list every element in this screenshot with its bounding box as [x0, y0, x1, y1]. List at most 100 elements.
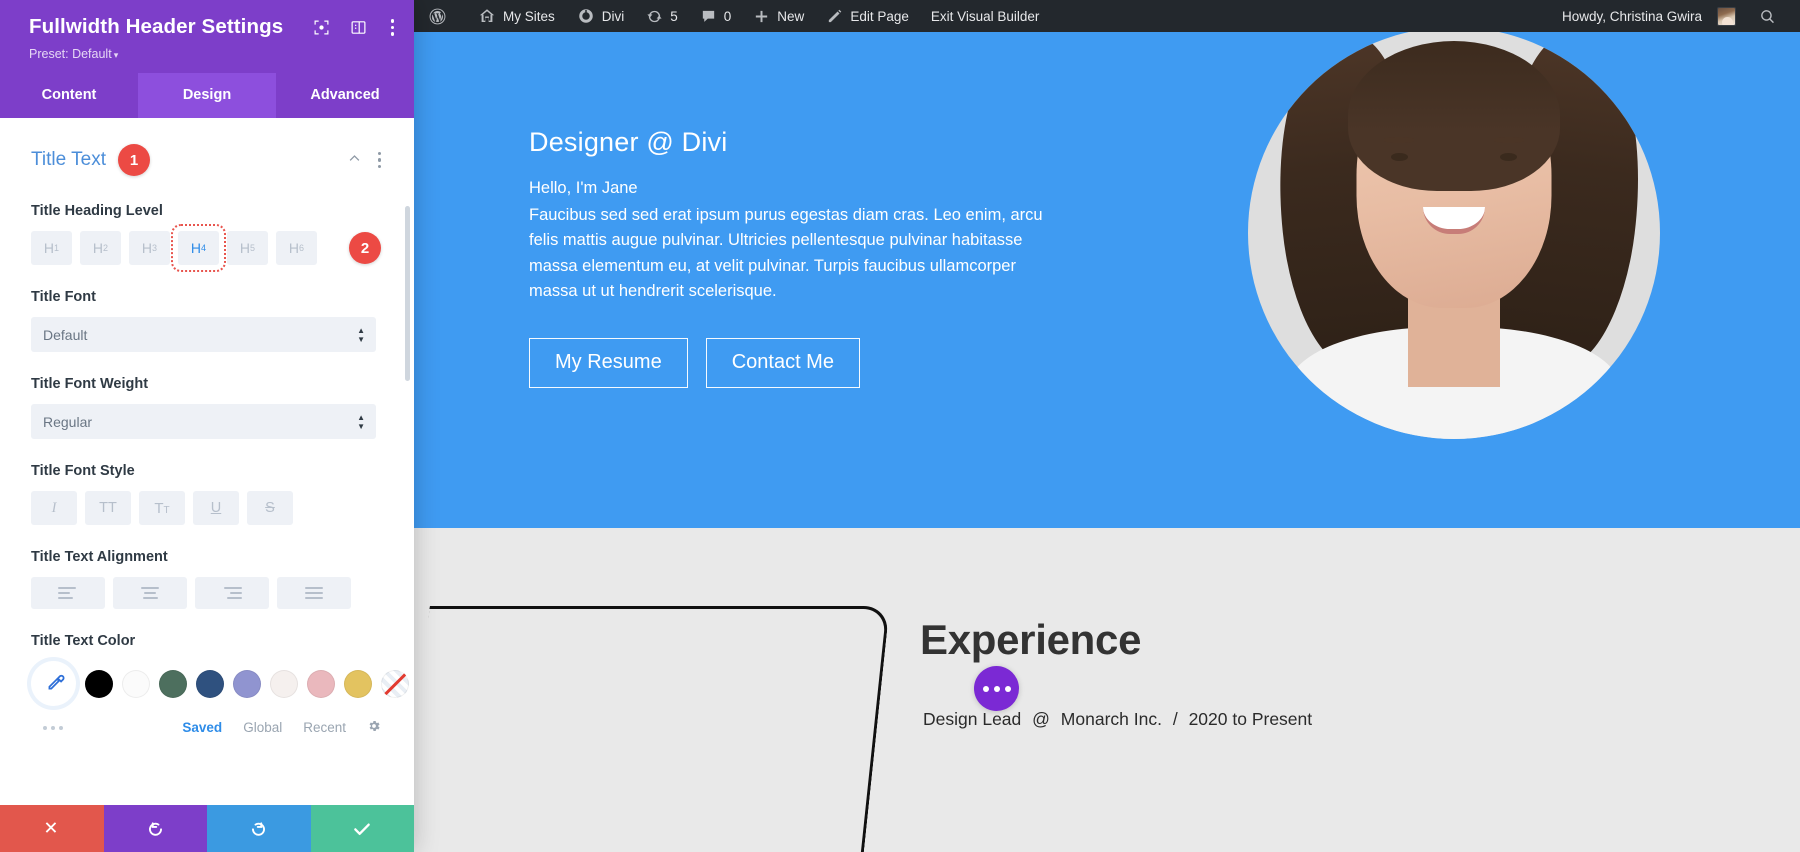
- my-resume-button[interactable]: My Resume: [529, 337, 688, 388]
- undo-button[interactable]: [103, 805, 207, 852]
- align-left-icon[interactable]: [31, 577, 105, 609]
- adminbar-item-comments[interactable]: 0: [689, 0, 743, 32]
- screen: Designer @ Divi Hello, I'm Jane Faucibus…: [0, 0, 1800, 852]
- color-swatches: [31, 661, 409, 706]
- preset-label: Preset: Default: [29, 47, 112, 61]
- focus-icon[interactable]: [313, 19, 330, 36]
- section-label: Title Text: [31, 149, 106, 170]
- color-tab-saved[interactable]: Saved: [182, 720, 222, 735]
- color-tab-recent[interactable]: Recent: [303, 720, 346, 735]
- field-label: Title Text Color: [31, 633, 136, 649]
- chevron-down-icon: ▾: [113, 50, 119, 60]
- field-title-font-weight: Title Font Weight Regular ▲ ▼: [31, 376, 381, 439]
- experience-heading: Experience: [920, 616, 1142, 663]
- swatch-gold[interactable]: [344, 669, 372, 698]
- eye-right: [1500, 153, 1517, 161]
- field-title-font: Title Font Default ▲ ▼: [31, 289, 381, 352]
- font-style-uppercase-icon[interactable]: TT: [85, 491, 131, 525]
- align-right-icon[interactable]: [195, 577, 269, 609]
- eyedropper-icon[interactable]: [31, 661, 76, 706]
- field-label: Title Font Style: [31, 463, 135, 479]
- adminbar-item-my-sites[interactable]: My Sites: [467, 0, 566, 32]
- avatar: [1717, 6, 1736, 26]
- redo-button[interactable]: [207, 805, 311, 852]
- ellipsis-button-icon[interactable]: [974, 666, 1019, 711]
- swatch-white[interactable]: [122, 669, 150, 698]
- search-icon: [1759, 8, 1776, 25]
- adminbar-search-button[interactable]: [1749, 0, 1790, 32]
- font-style-underline-icon[interactable]: U: [193, 491, 239, 525]
- color-tab-global[interactable]: Global: [243, 720, 282, 735]
- eyebrow-right: [1494, 137, 1524, 143]
- adminbar-item-edit-page[interactable]: Edit Page: [815, 0, 920, 32]
- howdy-label: Howdy, Christina Gwira: [1561, 8, 1702, 24]
- font-style-smallcaps-icon[interactable]: TT: [139, 491, 185, 525]
- swatch-none[interactable]: [381, 669, 409, 698]
- divi-icon: [577, 7, 595, 25]
- chevron-up-icon[interactable]: [347, 151, 362, 170]
- kebab-icon[interactable]: [377, 152, 381, 168]
- panel-footer: [0, 805, 414, 852]
- adminbar-item-updates[interactable]: 5: [635, 0, 689, 32]
- adminbar-item-howdy[interactable]: Howdy, Christina Gwira: [1548, 0, 1749, 32]
- adminbar-item-wordpress[interactable]: [414, 0, 467, 32]
- h6-num: 6: [299, 243, 305, 253]
- decorative-shape: [414, 606, 890, 852]
- color-source-tabs: Saved Global Recent: [182, 719, 381, 736]
- field-title-heading-level: Title Heading Level H1 H2 H3 H4 H5 H6 2: [31, 203, 381, 272]
- updates-icon: [646, 8, 663, 25]
- kebab-icon[interactable]: [387, 17, 399, 38]
- align-justify-icon[interactable]: [277, 577, 351, 609]
- swatch-green[interactable]: [159, 669, 187, 698]
- preset-selector[interactable]: Preset: Default ▾: [29, 47, 398, 61]
- h1-num: 1: [54, 243, 60, 253]
- font-style-italic-icon[interactable]: I: [31, 491, 77, 525]
- tab-design[interactable]: Design: [138, 73, 276, 118]
- title-font-weight-select[interactable]: Regular ▲ ▼: [31, 404, 376, 439]
- swatch-navy[interactable]: [196, 669, 224, 698]
- wordpress-logo-icon: [428, 7, 447, 26]
- heading-level-h2[interactable]: H2: [80, 231, 121, 265]
- gear-icon[interactable]: [367, 719, 381, 736]
- panel-scroll-area: Title Text 1 Title Heading Level H1 H2 H…: [0, 118, 414, 805]
- tab-advanced[interactable]: Advanced: [276, 73, 414, 118]
- heading-level-h6[interactable]: H6: [276, 231, 317, 265]
- hero-buttons: My Resume Contact Me: [529, 337, 1089, 388]
- swatch-off-white[interactable]: [270, 669, 298, 698]
- experience-role: Design Lead: [923, 709, 1022, 729]
- title-font-select[interactable]: Default ▲ ▼: [31, 317, 376, 352]
- cancel-button[interactable]: [0, 805, 104, 852]
- hero-title: Designer @ Divi: [529, 127, 728, 157]
- contact-me-button[interactable]: Contact Me: [705, 337, 860, 388]
- h2-num: 2: [103, 243, 109, 253]
- section-title-text: Title Text 1: [31, 144, 381, 176]
- text-alignment-options: [31, 577, 381, 609]
- title-font-weight-value: Regular: [43, 413, 93, 430]
- adminbar-item-exit-visual-builder[interactable]: Exit Visual Builder: [920, 0, 1051, 32]
- save-button[interactable]: [310, 805, 414, 852]
- visual-builder-canvas: Designer @ Divi Hello, I'm Jane Faucibus…: [414, 32, 1800, 852]
- layout-icon[interactable]: [350, 19, 367, 36]
- annotation-badge-2: 2: [349, 232, 381, 264]
- swatch-pink[interactable]: [307, 669, 335, 698]
- heading-level-h5[interactable]: H5: [227, 231, 268, 265]
- swatch-periwinkle[interactable]: [233, 669, 261, 698]
- heading-level-h1[interactable]: H1: [31, 231, 72, 265]
- swatch-black[interactable]: [85, 669, 113, 698]
- tab-content[interactable]: Content: [0, 73, 138, 118]
- adminbar-item-divi[interactable]: Divi: [566, 0, 636, 32]
- font-style-strikethrough-icon[interactable]: S: [247, 491, 293, 525]
- heading-level-h4[interactable]: H4: [171, 224, 226, 272]
- panel-scrollbar[interactable]: [405, 206, 410, 381]
- align-center-icon[interactable]: [113, 577, 187, 609]
- adminbar-item-new[interactable]: New: [742, 0, 815, 32]
- heading-level-h3[interactable]: H3: [129, 231, 170, 265]
- adminbar-label-exit-visual-builder: Exit Visual Builder: [930, 8, 1040, 24]
- ellipsis-icon[interactable]: [43, 725, 63, 730]
- h4-num: 4: [201, 243, 207, 253]
- adminbar-label-new: New: [777, 8, 805, 24]
- field-title-font-style: Title Font Style I TT TT U S: [31, 463, 381, 525]
- experience-at: @: [1032, 709, 1050, 729]
- field-label: Title Font Weight: [31, 376, 149, 392]
- experience-dates: 2020 to Present: [1188, 709, 1313, 729]
